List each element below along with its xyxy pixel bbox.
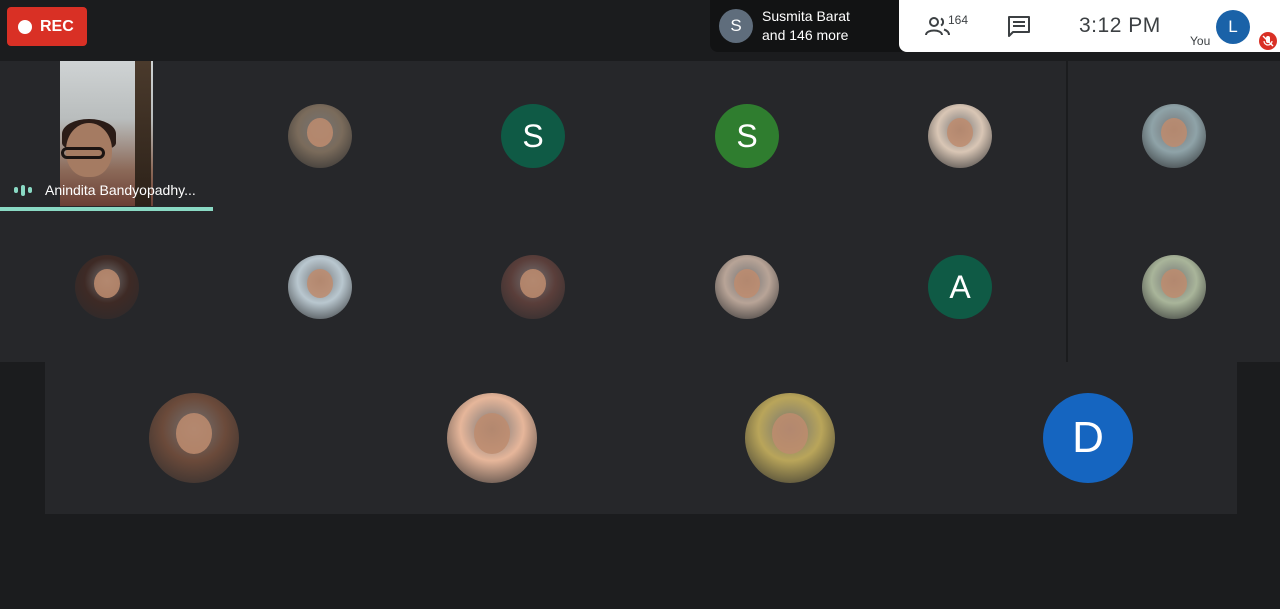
self-avatar[interactable]: L	[1216, 10, 1250, 44]
avatar-photo	[772, 413, 808, 454]
participant-avatar-p-row1-5[interactable]	[928, 104, 992, 168]
speaker-glasses	[61, 147, 105, 159]
join-notification-name: Susmita Barat	[762, 8, 850, 24]
join-notification-more: and 146 more	[762, 27, 849, 43]
participant-avatar-p-row3-2[interactable]	[447, 393, 537, 483]
avatar-initial: A	[949, 268, 971, 305]
avatar-photo	[520, 269, 546, 299]
join-notification-avatar: S	[719, 9, 753, 43]
avatar-photo	[94, 269, 120, 299]
audio-level-icon	[14, 184, 32, 196]
avatar-photo	[1161, 269, 1187, 299]
avatar-photo	[1161, 118, 1187, 148]
chat-icon	[1008, 16, 1030, 37]
grid-divider	[1066, 61, 1068, 362]
meeting-controls: 164 3:12 PM L You	[899, 0, 1280, 52]
participant-avatar-p-row2-3[interactable]	[501, 255, 565, 319]
speaker-name: Anindita Bandyopadhy...	[45, 182, 196, 198]
participant-avatar-p-row3-4[interactable]: D	[1043, 393, 1133, 483]
avatar-photo	[307, 118, 333, 148]
avatar-photo	[734, 269, 760, 299]
participant-avatar-p-row2-6[interactable]	[1142, 255, 1206, 319]
avatar-photo	[307, 269, 333, 299]
participant-avatar-p-row2-1[interactable]	[75, 255, 139, 319]
speaker-name-label: Anindita Bandyopadhy...	[0, 175, 213, 205]
participant-avatar-p-row1-3[interactable]: S	[501, 104, 565, 168]
join-notification[interactable]: S Susmita Barat and 146 more	[710, 0, 902, 52]
chat-button[interactable]	[1007, 15, 1031, 42]
meeting-window: REC S Susmita Barat and 146 more 164 3:1…	[0, 0, 1280, 609]
participant-avatar-p-row2-5[interactable]: A	[928, 255, 992, 319]
meeting-clock: 3:12 PM	[1079, 14, 1161, 37]
avatar-photo	[947, 118, 973, 148]
grid-background	[0, 61, 1280, 362]
avatar-initial: D	[1072, 413, 1104, 462]
record-dot-icon	[18, 19, 32, 34]
avatar-initial: S	[736, 117, 758, 154]
avatar-photo	[474, 413, 510, 454]
top-bar: REC S Susmita Barat and 146 more 164 3:1…	[0, 0, 1280, 60]
participant-avatar-p-row1-2[interactable]	[288, 104, 352, 168]
participant-avatar-p-row2-2[interactable]	[288, 255, 352, 319]
join-notification-text: Susmita Barat and 146 more	[762, 7, 850, 45]
participant-avatar-p-row1-4[interactable]: S	[715, 104, 779, 168]
participant-avatar-p-row1-6[interactable]	[1142, 104, 1206, 168]
participant-avatar-p-row2-4[interactable]	[715, 255, 779, 319]
recording-label: REC	[40, 17, 74, 35]
avatar-photo	[176, 413, 212, 454]
participant-count: 164	[948, 13, 969, 27]
active-speaker-highlight	[0, 207, 213, 211]
avatar-initial: S	[522, 117, 544, 154]
self-label: You	[1190, 34, 1211, 48]
recording-indicator[interactable]: REC	[7, 7, 87, 46]
participant-avatar-p-row3-1[interactable]	[149, 393, 239, 483]
participant-grid	[0, 61, 1280, 362]
mic-off-icon	[1259, 32, 1277, 50]
people-button[interactable]: 164	[925, 13, 971, 39]
participant-avatar-p-row3-3[interactable]	[745, 393, 835, 483]
